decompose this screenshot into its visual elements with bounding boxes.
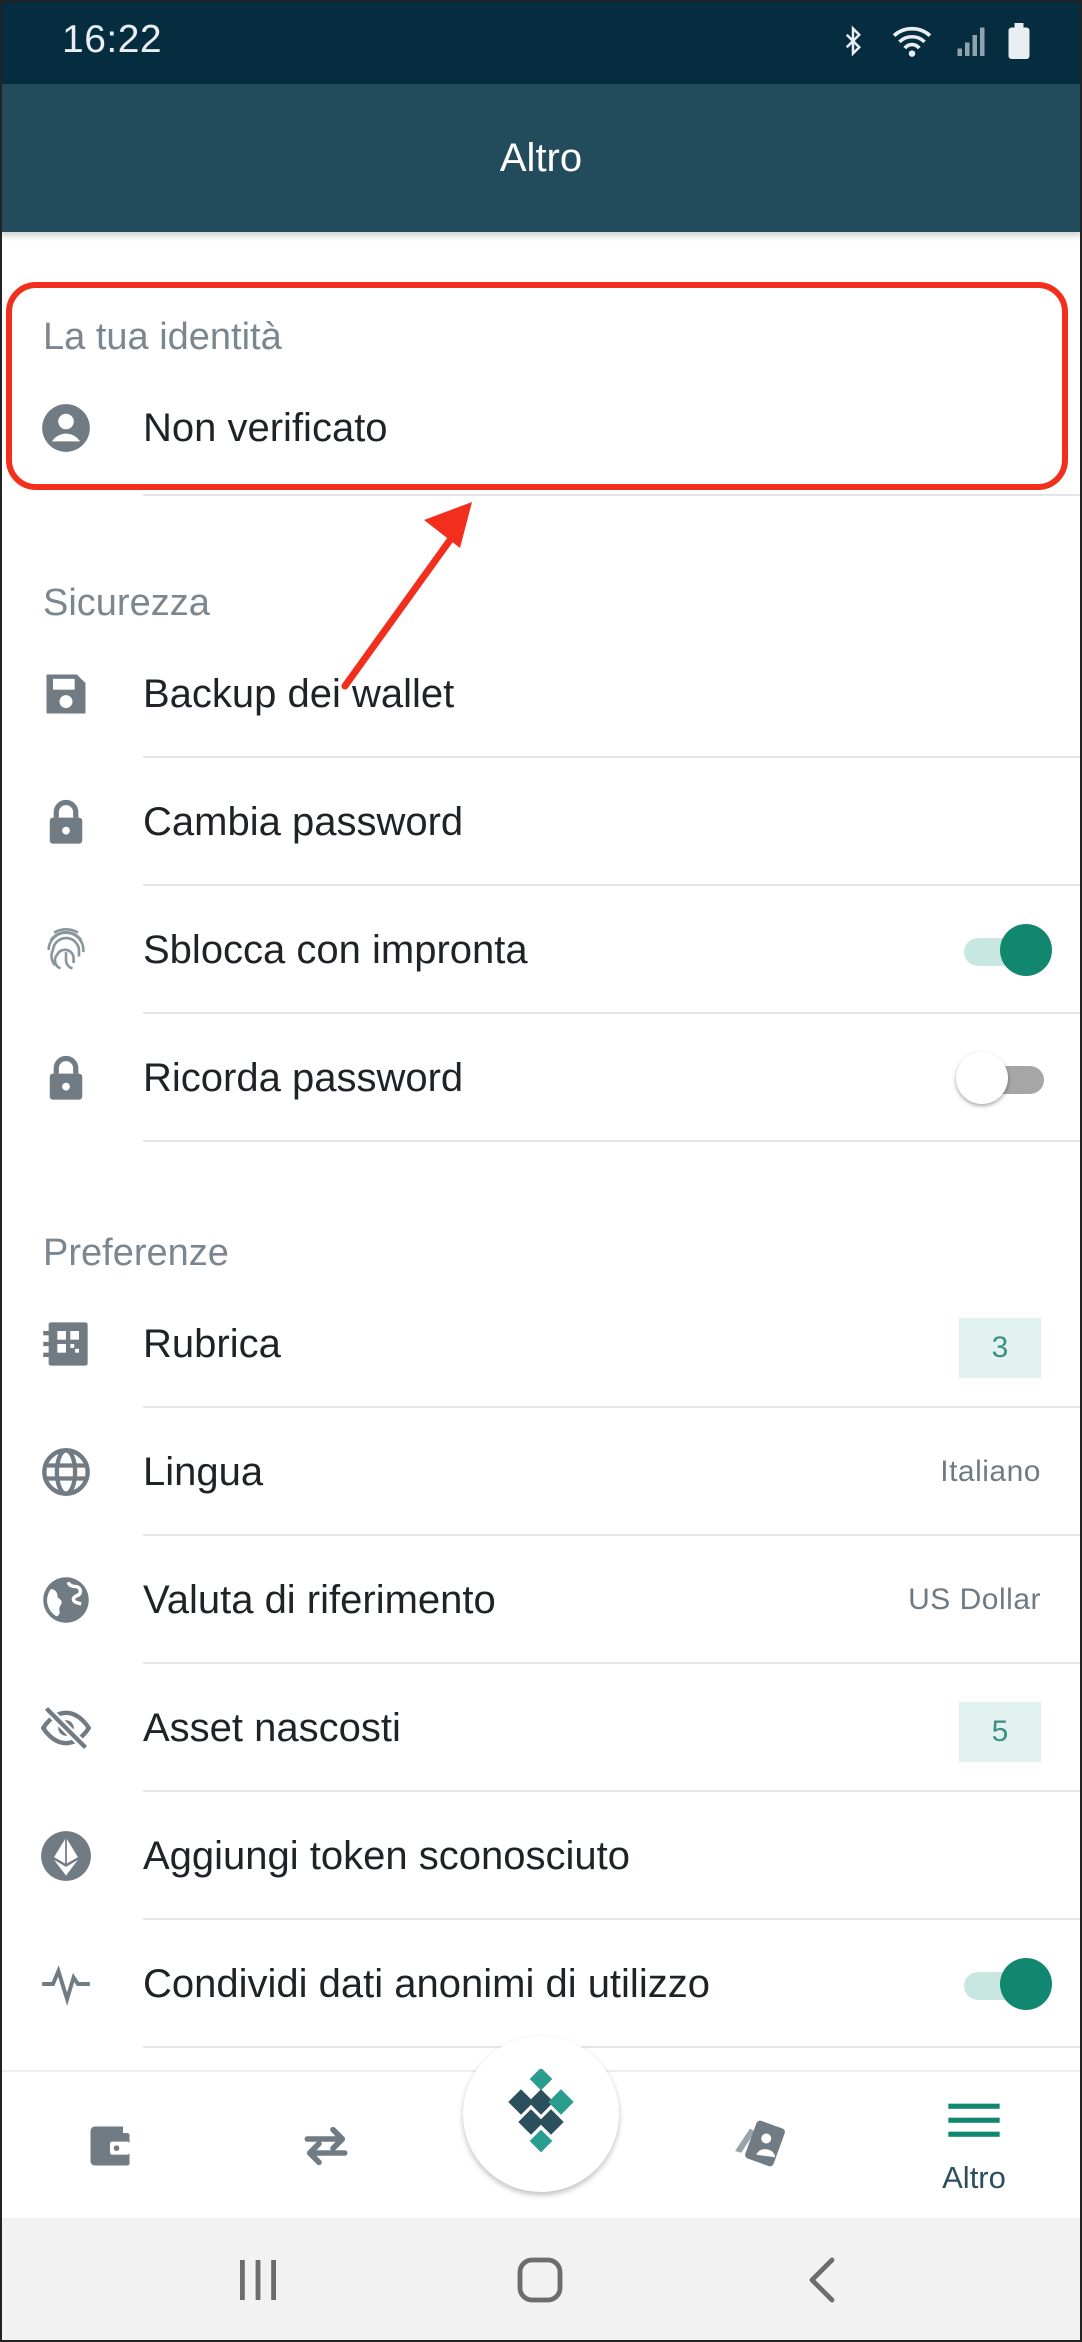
language-row[interactable]: Lingua Italiano [0, 1408, 1082, 1536]
remember-password-row: Ricorda password [0, 1014, 1082, 1142]
row-value: Italiano [940, 1455, 1041, 1488]
row-label: Aggiungi token sconosciuto [143, 1834, 630, 1878]
nav-swap[interactable] [246, 2072, 406, 2220]
wallet-icon [90, 2126, 130, 2166]
nav-more[interactable]: Altro [894, 2072, 1054, 2220]
share-usage-data-toggle[interactable] [956, 1958, 1052, 2010]
address-book-icon [43, 1322, 88, 1366]
earth-icon [43, 1577, 89, 1623]
app-logo-icon [508, 2069, 574, 2153]
row-label: Condividi dati anonimi di utilizzo [143, 1962, 710, 2006]
toggle-knob [1000, 924, 1052, 976]
nav-wallet[interactable] [30, 2072, 190, 2220]
toggle-knob [956, 1052, 1008, 1104]
pulse-icon [42, 1965, 90, 2006]
system-nav-bar [0, 2218, 1082, 2342]
divider [143, 2046, 1082, 2048]
remember-password-toggle[interactable] [956, 1052, 1052, 1104]
address-book-row[interactable]: Rubrica 3 [0, 1280, 1082, 1408]
row-label: Lingua [143, 1450, 264, 1494]
hidden-assets-row[interactable]: Asset nascosti 5 [0, 1664, 1082, 1792]
row-label: Rubrica [143, 1322, 281, 1366]
eye-off-icon [40, 1705, 92, 1751]
menu-icon [948, 2103, 1000, 2137]
row-label: Valuta di riferimento [143, 1578, 496, 1622]
row-label: Ricorda password [143, 1056, 464, 1100]
count-badge: 5 [959, 1702, 1041, 1762]
row-label: Asset nascosti [143, 1706, 401, 1750]
fingerprint-toggle[interactable] [956, 924, 1052, 976]
fingerprint-unlock-row: Sblocca con impronta [0, 886, 1082, 1014]
add-unknown-token-row[interactable]: Aggiungi token sconosciuto [0, 1792, 1082, 1920]
share-usage-data-row: Condividi dati anonimi di utilizzo [0, 1920, 1082, 2048]
divider [143, 1140, 1082, 1142]
lock-icon [49, 1055, 83, 1100]
nav-center-logo-button[interactable] [463, 2036, 619, 2192]
currency-row[interactable]: Valuta di riferimento US Dollar [0, 1536, 1082, 1664]
count-badge: 3 [959, 1318, 1041, 1378]
home-icon[interactable] [514, 2254, 566, 2306]
ethereum-icon [41, 1831, 91, 1881]
globe-icon [42, 1448, 90, 1496]
row-value: US Dollar [908, 1583, 1041, 1616]
cards-icon [735, 2120, 785, 2167]
section-title-preferences: Preferenze [43, 1232, 229, 1274]
nav-more-label: Altro [942, 2160, 1006, 2195]
annotation-arrow [341, 502, 472, 690]
fingerprint-icon [47, 928, 85, 970]
lock-icon [49, 799, 83, 844]
swap-icon [304, 2126, 348, 2166]
row-label: Sblocca con impronta [143, 928, 528, 972]
toggle-knob [1000, 1958, 1052, 2010]
change-password-row[interactable]: Cambia password [0, 758, 1082, 886]
back-icon[interactable] [804, 2254, 840, 2306]
recent-apps-icon[interactable] [236, 2254, 280, 2306]
nav-cards[interactable] [680, 2072, 840, 2220]
row-label: Cambia password [143, 800, 464, 844]
